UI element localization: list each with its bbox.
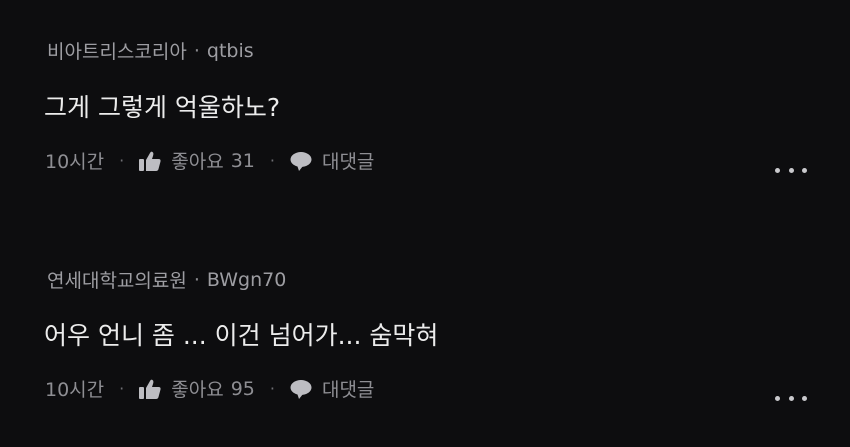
like-count: 31	[230, 149, 255, 172]
comment-time: 10시간	[45, 151, 105, 173]
author-workplace: 연세대학교의료원	[47, 270, 187, 292]
comment-text: 그게 그렇게 억울하노?	[44, 93, 281, 122]
more-dot	[788, 395, 794, 401]
comment-item: 연세대학교의료원 · BWgn70 어우 언니 좀 ... 이건 넘어가... …	[0, 223, 850, 447]
reply-button[interactable]: 대댓글	[290, 375, 374, 402]
comment-meta: 10시간 · 좋아요 95 · 대댓글	[45, 375, 374, 402]
reply-label: 대댓글	[321, 151, 375, 173]
like-count: 95	[230, 377, 255, 400]
thumbs-up-icon	[139, 379, 161, 399]
author-username[interactable]: BWgn70	[207, 269, 286, 291]
like-label: 좋아요	[171, 151, 224, 173]
more-options-button[interactable]	[775, 164, 807, 176]
comment-text: 어우 언니 좀 ... 이건 넘어가... 숨막혀	[44, 321, 439, 350]
author-separator: ·	[193, 39, 200, 62]
comment-time: 10시간	[45, 379, 105, 401]
more-options-button[interactable]	[775, 392, 807, 404]
like-button[interactable]: 좋아요 31	[139, 147, 255, 174]
comment-meta: 10시간 · 좋아요 31 · 대댓글	[45, 147, 374, 174]
like-button[interactable]: 좋아요 95	[139, 375, 255, 402]
like-label: 좋아요	[171, 379, 224, 401]
author-username[interactable]: qtbis	[207, 40, 254, 62]
more-dot	[802, 395, 807, 401]
more-dot	[788, 167, 794, 173]
comment-author-line: 비아트리스코리아 · qtbis	[47, 37, 254, 64]
comment-list: 비아트리스코리아 · qtbis 그게 그렇게 억울하노? 10시간 · 좋아요…	[0, 0, 850, 447]
speech-bubble-icon	[290, 151, 312, 171]
meta-separator: ·	[269, 379, 275, 398]
speech-bubble-icon	[290, 379, 312, 399]
meta-separator: ·	[119, 151, 125, 170]
more-dot	[802, 167, 807, 173]
comment-item: 비아트리스코리아 · qtbis 그게 그렇게 억울하노? 10시간 · 좋아요…	[0, 0, 850, 224]
meta-separator: ·	[269, 151, 275, 170]
more-horizontal-icon	[775, 167, 780, 173]
reply-label: 대댓글	[321, 379, 375, 401]
comment-author-line: 연세대학교의료원 · BWgn70	[47, 266, 286, 293]
reply-button[interactable]: 대댓글	[290, 147, 374, 174]
more-horizontal-icon	[775, 395, 780, 401]
meta-separator: ·	[119, 379, 125, 398]
thumbs-up-icon	[139, 151, 161, 171]
author-workplace: 비아트리스코리아	[47, 41, 187, 63]
author-separator: ·	[193, 268, 200, 291]
